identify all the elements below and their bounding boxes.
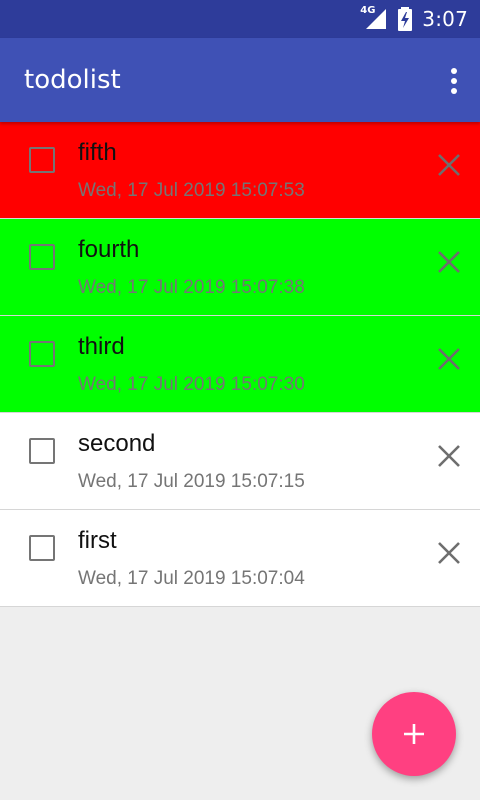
todo-title: third	[78, 333, 125, 360]
close-icon[interactable]	[436, 443, 462, 469]
todo-row[interactable]: second Wed, 17 Jul 2019 15:07:15	[0, 413, 480, 510]
overflow-dot	[451, 78, 457, 84]
app-bar: todolist	[0, 38, 480, 122]
todo-timestamp: Wed, 17 Jul 2019 15:07:53	[78, 180, 305, 201]
more-vert-icon[interactable]	[450, 68, 458, 94]
todo-timestamp: Wed, 17 Jul 2019 15:07:30	[78, 374, 305, 395]
status-bar: 4G 3:07	[0, 0, 480, 38]
todo-row[interactable]: fifth Wed, 17 Jul 2019 15:07:53	[0, 122, 480, 219]
todo-title: fourth	[78, 236, 140, 263]
close-icon[interactable]	[436, 249, 462, 275]
todo-title: second	[78, 430, 156, 457]
todo-title: first	[78, 527, 117, 554]
status-time: 3:07	[422, 7, 468, 31]
add-todo-button[interactable]	[372, 692, 456, 776]
todo-row[interactable]: fourth Wed, 17 Jul 2019 15:07:38	[0, 219, 480, 316]
todo-checkbox[interactable]	[29, 535, 55, 561]
cell-signal-icon: 4G	[360, 5, 388, 31]
todo-title: fifth	[78, 139, 117, 166]
close-icon[interactable]	[436, 346, 462, 372]
close-icon[interactable]	[436, 152, 462, 178]
todo-timestamp: Wed, 17 Jul 2019 15:07:04	[78, 568, 305, 589]
todo-timestamp: Wed, 17 Jul 2019 15:07:15	[78, 471, 305, 492]
app-title: todolist	[24, 65, 121, 95]
add-icon	[404, 724, 424, 744]
todo-checkbox[interactable]	[29, 438, 55, 464]
battery-charging-icon	[398, 7, 413, 31]
todo-row[interactable]: first Wed, 17 Jul 2019 15:07:04	[0, 510, 480, 607]
todo-timestamp: Wed, 17 Jul 2019 15:07:38	[78, 277, 305, 298]
overflow-dot	[451, 68, 457, 74]
todo-checkbox[interactable]	[29, 147, 55, 173]
todo-row[interactable]: third Wed, 17 Jul 2019 15:07:30	[0, 316, 480, 413]
close-icon[interactable]	[436, 540, 462, 566]
todo-checkbox[interactable]	[29, 341, 55, 367]
todo-checkbox[interactable]	[29, 244, 55, 270]
overflow-dot	[451, 88, 457, 94]
status-icons: 4G 3:07	[360, 0, 468, 38]
todo-list: fifth Wed, 17 Jul 2019 15:07:53 fourth W…	[0, 122, 480, 607]
